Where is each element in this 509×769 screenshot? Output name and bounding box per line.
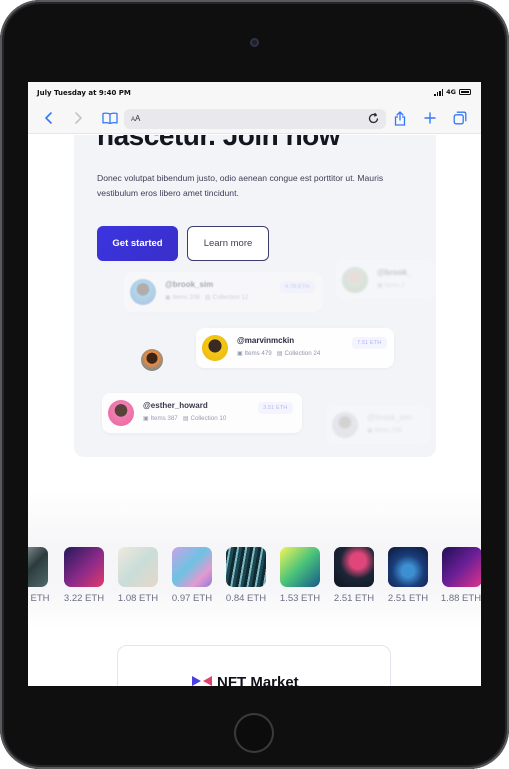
creator-card[interactable]: @brook_sim ▣ Items 208 [326,405,430,445]
address-bar[interactable]: AA [124,109,386,129]
nft-carousel: ETH 3.22 ETH 1.08 ETH 0.97 ETH 0.84 ETH … [28,490,481,630]
brand-logo-icon [192,676,212,686]
creator-meta: ▣ Items 479 ▤ Collection 24 [237,350,321,357]
nft-thumbnail[interactable] [118,547,158,587]
nft-price: 2.51 ETH [387,593,429,604]
nft-price: 2.51 ETH [333,593,375,604]
nft-price: 0.97 ETH [171,593,213,604]
nft-thumbnail[interactable] [64,547,104,587]
avatar [342,267,368,293]
nft-price: 3.22 ETH [63,593,105,604]
nft-price: 1.88 ETH [440,593,481,604]
avatar [130,279,156,305]
creator-card[interactable]: @brook_sim ▣ Items 208 ▤ Collection 12 4… [124,272,322,312]
nft-thumbnail[interactable] [334,547,374,587]
creator-card[interactable]: @brook_ ▣ Items 2 [336,260,436,300]
avatar [332,412,358,438]
avatar [141,349,163,371]
creator-meta: ▣ Items 208 ▤ Collection 12 [165,294,249,301]
ipad-frame: July Tuesday at 9:40 PM 4G AA nascetur. … [0,0,509,769]
tabs-overview-icon[interactable] [450,108,470,128]
status-icons: 4G [434,88,471,96]
get-started-button[interactable]: Get started [97,226,178,261]
footer-brand-card: NFT Market [117,645,391,686]
screen: July Tuesday at 9:40 PM 4G AA nascetur. … [28,82,481,686]
reload-icon[interactable] [367,112,380,130]
back-icon[interactable] [39,108,59,128]
status-bar: July Tuesday at 9:40 PM 4G [28,82,481,104]
price-badge: 4.78 ETH [280,281,315,293]
price-badge: 7.51 ETH [352,337,387,349]
hero-title: nascetur. Join now [97,135,341,151]
home-button[interactable] [234,713,274,753]
nft-thumbnail[interactable] [28,547,48,587]
signal-icon [434,89,444,96]
nft-price: 0.84 ETH [225,593,267,604]
nft-thumbnail[interactable] [388,547,428,587]
creator-meta: ▣ Items 2 [377,282,405,289]
avatar [202,335,228,361]
hero-description: Donec volutpat bibendum justo, odio aene… [97,173,384,198]
creator-name: @brook_sim [165,280,214,289]
creator-name: @esther_howard [143,401,208,410]
battery-icon [459,89,471,95]
creator-card[interactable]: @esther_howard ▣ Items 387 ▤ Collection … [102,393,302,433]
avatar [108,400,134,426]
creator-name: @brook_sim [367,413,413,422]
share-icon[interactable] [390,108,410,128]
nft-thumbnail[interactable] [226,547,266,587]
learn-more-button[interactable]: Learn more [187,226,269,261]
creator-meta: ▣ Items 208 [367,427,402,434]
brand-name: NFT Market [217,674,299,686]
nft-thumbnail[interactable] [442,547,481,587]
status-time: July Tuesday at 9:40 PM [37,89,131,97]
reader-aa-icon[interactable]: AA [131,114,140,123]
nft-price: 1.53 ETH [279,593,321,604]
hero-card: nascetur. Join now Donec volutpat bibend… [74,135,436,457]
browser-toolbar: AA [28,104,481,134]
forward-icon[interactable] [68,108,88,128]
web-page: nascetur. Join now Donec volutpat bibend… [28,135,481,686]
creator-name: @brook_ [377,268,412,277]
creator-meta: ▣ Items 387 ▤ Collection 10 [143,415,227,422]
creator-name: @marvinmckin [237,336,295,345]
nft-thumbnail[interactable] [280,547,320,587]
price-badge: 3.51 ETH [258,402,293,414]
creator-card[interactable]: @marvinmckin ▣ Items 479 ▤ Collection 24… [196,328,394,368]
network-label: 4G [446,88,456,96]
camera [250,38,259,47]
nft-thumbnail[interactable] [172,547,212,587]
nft-price: 1.08 ETH [117,593,159,604]
bookmarks-icon[interactable] [100,108,120,128]
new-tab-icon[interactable] [420,108,440,128]
